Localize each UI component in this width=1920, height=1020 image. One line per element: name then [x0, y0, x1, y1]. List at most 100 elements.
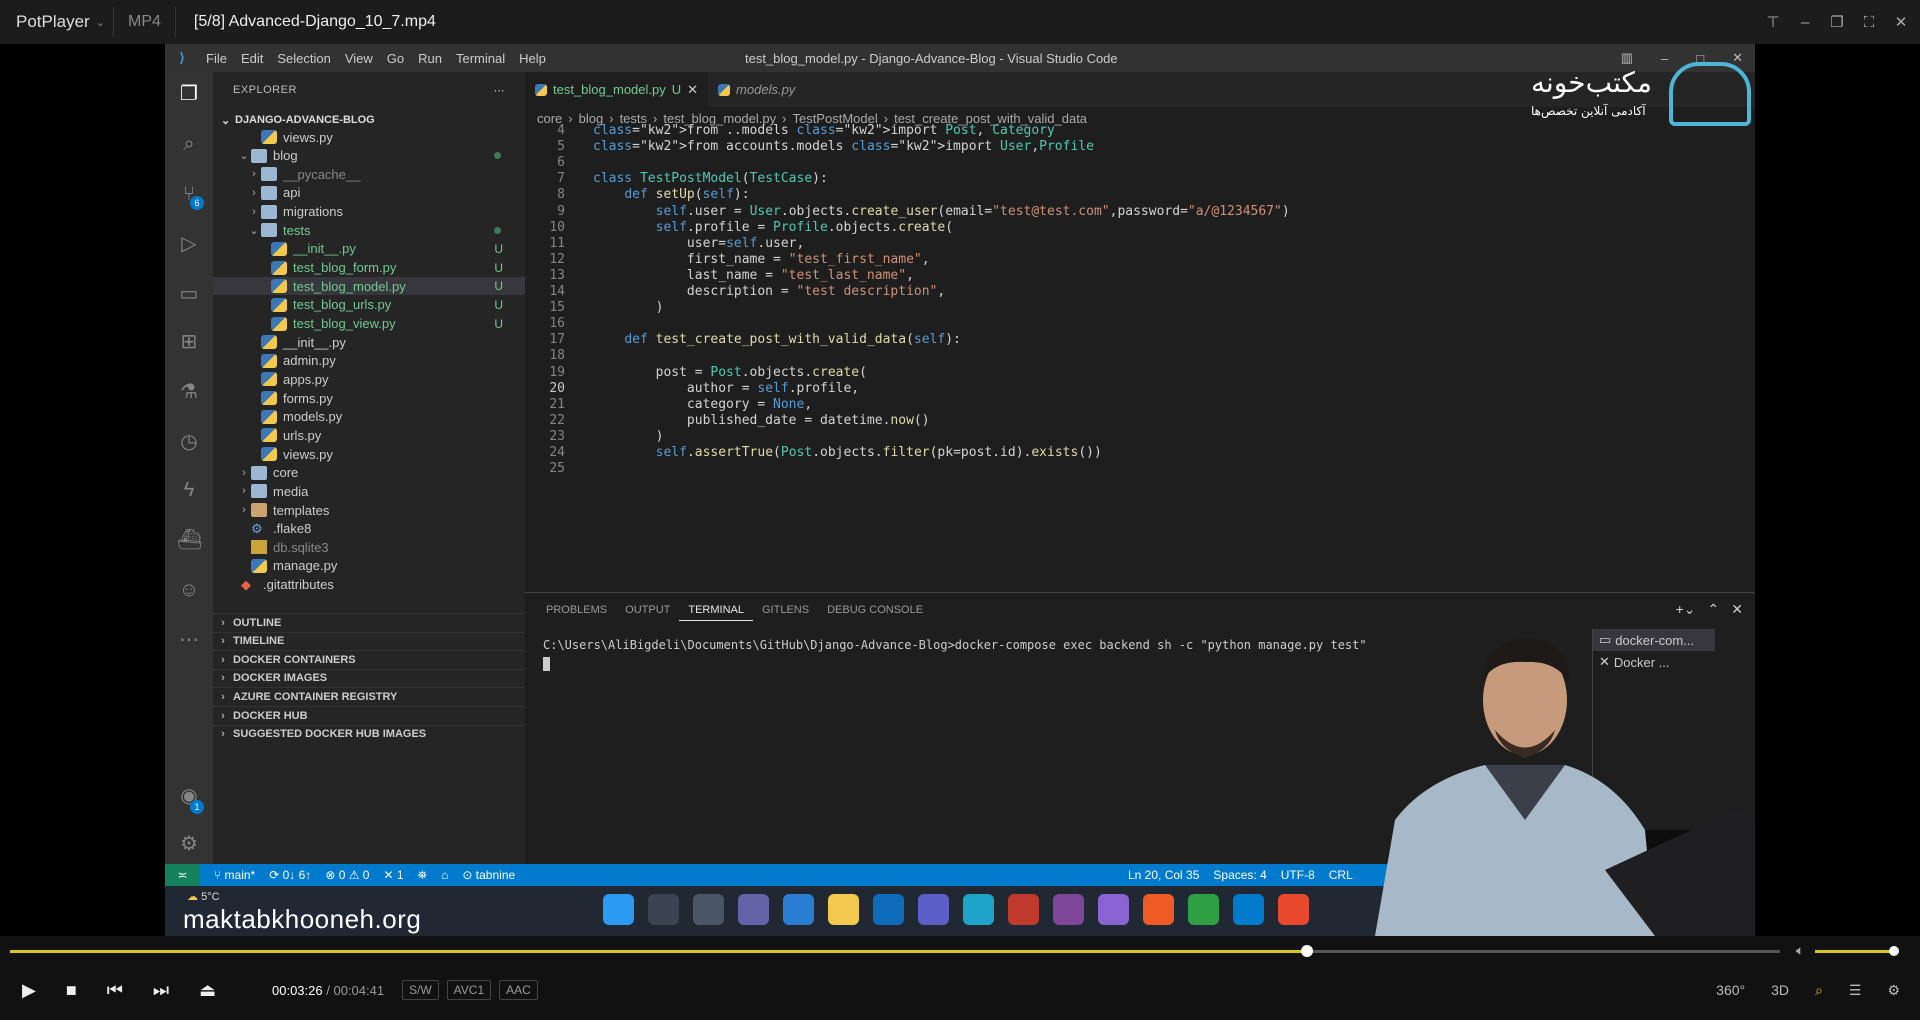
tree-item: ⌄ blog [213, 147, 525, 165]
play-icon[interactable]: ▶ [22, 980, 36, 1001]
tree-item: models.py [213, 408, 525, 426]
tab-debug-console: DEBUG CONSOLE [827, 604, 924, 616]
git-file-icon: ◆ [241, 576, 251, 592]
folder-icon [261, 167, 277, 182]
taskbar-icons [603, 894, 1309, 925]
tree-item: › core [213, 464, 525, 482]
tab-models: models.py [708, 72, 805, 107]
stop-icon[interactable]: ■ [66, 980, 77, 1001]
next-icon[interactable]: ⏭︎ [153, 980, 169, 1001]
menu-go: Go [386, 50, 405, 66]
current-time: 00:03:26 [272, 983, 323, 998]
search-icon: ⌕ [183, 133, 195, 155]
file-explorer-icon [828, 894, 859, 925]
python-file-icon [718, 83, 731, 96]
line-number: 14 [549, 284, 565, 299]
untracked-badge: U [494, 279, 503, 294]
terminal-cursor [543, 657, 550, 671]
chevron-right-icon: › [221, 728, 225, 741]
volume-slider[interactable] [1815, 946, 1899, 956]
tree-item: › api [213, 184, 525, 202]
close-icon[interactable]: ✕ [1892, 13, 1910, 31]
time-display: 00:03:26 / 00:04:41 [272, 983, 384, 998]
cursor-position: Ln 20, Col 35 [1128, 868, 1200, 882]
tree-item: › templates [213, 501, 525, 519]
restore-icon[interactable]: ❐ [1828, 13, 1846, 31]
chevron-right-icon: › [242, 504, 246, 516]
files-icon: ❐ [180, 83, 198, 105]
tab-test-blog-model: test_blog_model.py U ✕ [525, 72, 709, 107]
code-line: author = self.profile, [593, 380, 860, 396]
alien-icon: ☺ [178, 579, 200, 601]
untracked-badge: U [494, 297, 503, 312]
eject-icon[interactable]: ⏏︎ [199, 980, 216, 1001]
python-file-icon [271, 279, 287, 294]
code-line: def setUp(self): [624, 187, 750, 203]
tree-item-label: manage.py [273, 558, 338, 574]
video-codec-tag[interactable]: AVC1 [446, 980, 492, 1000]
folder-icon [261, 185, 277, 200]
menu-terminal: Terminal [456, 50, 506, 66]
panel-section-label: OUTLINE [233, 616, 282, 629]
tab-label: models.py [736, 82, 796, 97]
minimize-icon[interactable]: – [1796, 14, 1814, 31]
panel-section: › SUGGESTED DOCKER HUB IMAGES [213, 724, 525, 743]
video-frame[interactable]: ⟩ File Edit Selection View Go Run Terminal Help… [165, 44, 1755, 936]
errors-status: ✕ 1 [383, 868, 404, 882]
python-file-icon [261, 409, 277, 424]
remote-explorer-icon: ▭ [179, 283, 199, 305]
fullscreen-icon[interactable]: ⛶ [1860, 14, 1878, 31]
seek-progress [10, 950, 1308, 953]
pin-icon[interactable]: ⊤ [1764, 13, 1782, 31]
windows-start-icon [603, 894, 634, 925]
player-menu[interactable]: PotPlayer ⌄ [0, 12, 105, 32]
line-number: 12 [549, 251, 565, 267]
maximize-panel-icon: ⌃ [1707, 601, 1720, 617]
chevron-down-icon: ⌄ [249, 224, 259, 237]
tree-item: forms.py [213, 389, 525, 407]
teams-chat-icon [738, 894, 769, 925]
chevron-right-icon: › [252, 186, 256, 199]
3d-button[interactable]: 3D [1771, 982, 1789, 999]
filezilla-icon [1008, 894, 1039, 925]
subtitle-search-icon[interactable]: ⌕ [1815, 982, 1823, 999]
panel-section: › TIMELINE [213, 631, 525, 650]
vscode-titlebar: ⟩ File Edit Selection View Go Run Terminal Help… [165, 44, 1755, 72]
testing-icon: ⚗ [180, 381, 198, 403]
line-number: 5 [557, 139, 565, 155]
tree-item-label: templates [273, 502, 330, 518]
decoder-tag[interactable]: S/W [402, 980, 439, 1000]
tree-item: ⌄ tests [213, 221, 525, 239]
python-file-icon [261, 335, 277, 350]
seek-handle[interactable] [1301, 945, 1314, 957]
audio-codec-tag[interactable]: AAC [499, 980, 538, 1000]
tab-problems: PROBLEMS [546, 604, 608, 616]
sync-status: ⟳ 0↓ 6↑ [269, 868, 312, 882]
codec-tags: S/W AVC1 AAC [402, 980, 538, 1000]
panel-section: › DOCKER HUB [213, 706, 525, 724]
folder-icon [251, 148, 267, 163]
seek-bar[interactable] [10, 945, 1780, 957]
line-number: 8 [557, 187, 565, 203]
folder-icon [261, 223, 277, 238]
settings-gear-icon[interactable]: ⚙ [1887, 982, 1900, 999]
tree-item-label: __pycache__ [283, 166, 361, 182]
volume-icon[interactable]: 🔈︎ [1796, 942, 1804, 959]
python-file-icon [271, 297, 287, 312]
code-line: def test_create_post_with_valid_data(sel… [624, 332, 961, 348]
docker-icon: ⛴ [177, 529, 203, 551]
tree-item-label: blog [273, 148, 298, 164]
playlist-icon[interactable]: ☰ [1849, 982, 1862, 999]
tab-badge: U [671, 82, 682, 97]
player-titlebar: PotPlayer ⌄ MP4 [5/8] Advanced-Django_10… [0, 0, 1920, 44]
chevron-right-icon: › [221, 635, 225, 648]
folder-icon [261, 204, 277, 219]
previous-icon[interactable]: ⏮︎ [107, 980, 123, 1001]
tree-item: views.py [213, 445, 525, 463]
panel-section-label: DOCKER CONTAINERS [233, 653, 356, 666]
volume-handle[interactable] [1889, 946, 1899, 956]
chevron-right-icon: › [221, 653, 225, 666]
chevron-right-icon: › [221, 616, 225, 629]
branch: ⑂ main* [214, 868, 256, 882]
vr-360-button[interactable]: 360° [1716, 982, 1745, 999]
